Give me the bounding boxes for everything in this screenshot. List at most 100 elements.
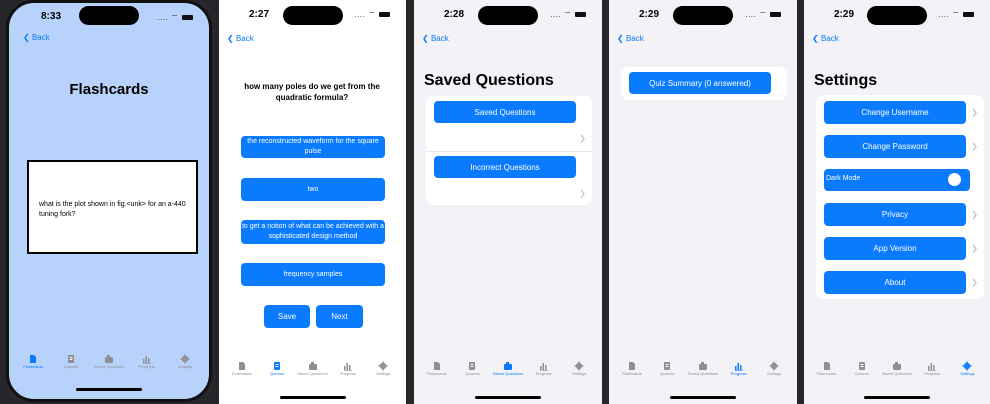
tab-quizzes[interactable]: Quizzes <box>259 358 295 376</box>
answer-option-1[interactable]: the reconstructed waveform for the squar… <box>241 136 385 158</box>
battery-icon <box>379 12 390 18</box>
flashcard[interactable]: what is the plot shown in fig.<unk> for … <box>27 160 198 254</box>
change-username-button[interactable]: Change Username <box>824 101 966 124</box>
wifi-icon: ⌔ <box>367 10 376 19</box>
tab-settings[interactable]: Settings <box>365 358 401 376</box>
settings-icon <box>378 358 388 371</box>
status-icons: .... ⌔ <box>745 10 781 20</box>
incorrect-questions-button[interactable]: Incorrect Questions <box>434 156 576 178</box>
tab-label: Saved Questions <box>297 371 328 376</box>
home-indicator <box>864 396 930 399</box>
status-time: 8:33 <box>41 11 62 22</box>
tab-label: Progress <box>730 371 747 376</box>
back-button[interactable]: ❮ Back <box>812 34 839 43</box>
tab-settings[interactable]: Settings <box>756 358 792 376</box>
battery-icon <box>575 12 586 18</box>
quizzes-icon <box>66 351 76 363</box>
tab-label: Quizzes <box>63 364 79 369</box>
flashcards-screen: 8:33 .... ⌔ ❮ Back Flashcards what is th… <box>6 0 212 402</box>
tab-flashcards[interactable]: Flashcards <box>809 358 845 376</box>
tab-label: Quizzes <box>465 371 480 376</box>
save-button[interactable]: Save <box>264 305 310 328</box>
tab-quizzes[interactable]: Quizzes <box>53 351 89 369</box>
tab-flashcards[interactable]: Flashcards <box>15 351 51 369</box>
tab-label: Flashcards <box>23 364 43 369</box>
dark-mode-label: Dark Mode <box>826 175 861 182</box>
page-title: Settings <box>814 72 878 89</box>
flashcard-text: what is the plot shown in fig.<unk> for … <box>39 201 186 218</box>
progress-icon <box>539 358 549 371</box>
tab-quizzes[interactable]: Quizzes <box>844 358 880 376</box>
tab-saved-questions[interactable]: Saved Questions <box>295 358 331 376</box>
progress-icon <box>927 358 937 371</box>
tab-label: Flashcards <box>816 371 837 376</box>
chevron-right-icon: ❯ <box>971 244 978 253</box>
battery-icon <box>963 12 974 18</box>
quiz-summary-button[interactable]: Quiz Summary (0 answered) <box>629 72 771 94</box>
dynamic-island <box>79 6 139 25</box>
status-time: 2:28 <box>444 9 465 20</box>
about-button[interactable]: About <box>824 271 966 294</box>
tab-label: Progress <box>535 371 552 376</box>
answer-option-3[interactable]: to get a notion of what can be achieved … <box>241 220 385 244</box>
saved-questions-button[interactable]: Saved Questions <box>434 101 576 123</box>
status-icons: .... ⌔ <box>354 10 390 20</box>
tab-flashcards[interactable]: Flashcards <box>419 358 455 376</box>
progress-icon <box>734 358 744 371</box>
tab-saved-questions[interactable]: Saved Questions <box>91 351 127 369</box>
saved-questions-icon <box>104 351 114 363</box>
next-button[interactable]: Next <box>316 305 363 328</box>
tab-label: Saved Questions <box>93 364 125 369</box>
quizzes-icon <box>272 358 282 370</box>
answer-option-4[interactable]: frequency samples <box>241 263 385 286</box>
privacy-button[interactable]: Privacy <box>824 203 966 226</box>
tab-progress[interactable]: Progress <box>330 358 366 376</box>
quizzes-icon <box>662 358 672 370</box>
progress-screen: 2:29 .... ⌔ ❮ Back Quiz Summary (0 answe… <box>609 0 797 404</box>
chevron-right-icon: ❯ <box>971 108 978 117</box>
back-button[interactable]: ❮ Back <box>227 34 254 43</box>
back-button[interactable]: ❮ Back <box>617 34 644 43</box>
dark-mode-toggle[interactable]: Dark Mode <box>824 169 970 191</box>
tab-flashcards[interactable]: Flashcards <box>614 358 650 376</box>
quiz-summary-row: Quiz Summary (0 answered) <box>621 67 787 100</box>
page-title: Flashcards <box>69 81 149 98</box>
tab-saved-questions[interactable]: Saved Questions <box>490 358 526 376</box>
battery-icon <box>182 15 193 21</box>
tab-progress[interactable]: Progress <box>721 358 757 376</box>
quizzes-icon <box>467 358 477 370</box>
change-password-button[interactable]: Change Password <box>824 135 966 158</box>
tab-progress[interactable]: Progress <box>129 351 165 369</box>
quizzes-icon <box>857 358 867 370</box>
tab-bar: Flashcards Quizzes Saved Questions Progress… <box>804 358 990 384</box>
tab-quizzes[interactable]: Quizzes <box>649 358 685 376</box>
home-indicator <box>670 396 736 399</box>
tab-progress[interactable]: Progress <box>526 358 562 376</box>
tab-label: Quizzes <box>660 371 675 376</box>
settings-list <box>816 95 984 299</box>
settings-icon <box>574 358 584 371</box>
tab-settings[interactable]: Settings <box>167 351 203 369</box>
tab-saved-questions[interactable]: Saved Questions <box>879 358 915 376</box>
tab-saved-questions[interactable]: Saved Questions <box>685 358 721 376</box>
tab-settings[interactable]: Settings <box>561 358 597 376</box>
tab-quizzes[interactable]: Quizzes <box>454 358 490 376</box>
back-button[interactable]: ❮ Back <box>422 34 449 43</box>
saved-questions-icon <box>892 358 902 370</box>
dynamic-island <box>673 6 733 25</box>
toggle-knob[interactable] <box>948 173 961 186</box>
tab-label: Flashcards <box>622 371 642 376</box>
tab-flashcards[interactable]: Flashcards <box>224 358 260 376</box>
app-version-button[interactable]: App Version <box>824 237 966 260</box>
tab-settings[interactable]: Settings <box>949 358 985 376</box>
back-button[interactable]: ❮ Back <box>23 33 50 42</box>
tab-progress[interactable]: Progress <box>914 358 950 376</box>
dynamic-island <box>867 6 927 25</box>
wifi-icon: ⌔ <box>951 10 960 19</box>
answer-option-2[interactable]: two <box>241 178 385 201</box>
tab-label: Settings <box>571 371 587 376</box>
tab-bar: Flashcards Quizzes Saved Questions Progress… <box>9 351 209 377</box>
wifi-icon: ⌔ <box>758 10 767 19</box>
progress-icon <box>343 358 353 371</box>
wifi-icon: ⌔ <box>170 13 179 22</box>
